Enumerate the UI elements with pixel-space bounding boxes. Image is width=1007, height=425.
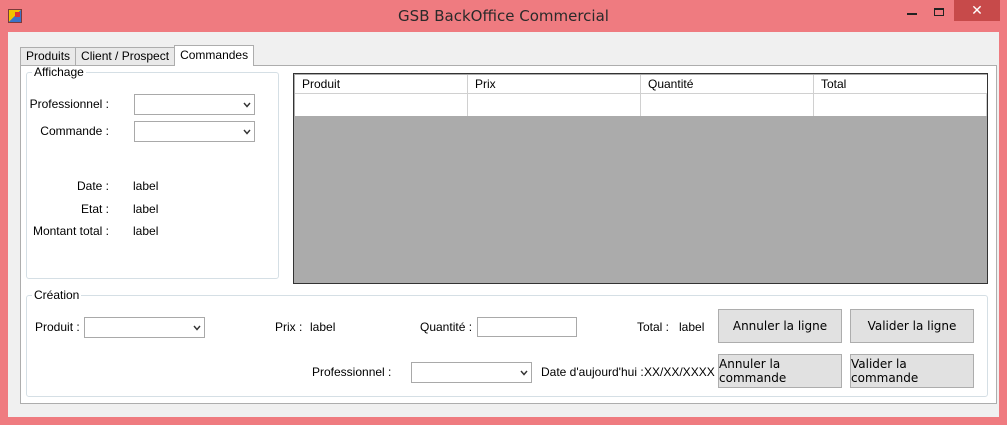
annuler-ligne-button[interactable]: Annuler la ligne <box>718 309 842 343</box>
minimize-button[interactable] <box>899 0 925 24</box>
total-value: label <box>679 320 705 334</box>
creation-professionnel-label: Professionnel : <box>312 365 392 379</box>
affichage-commande-select[interactable] <box>134 121 255 142</box>
commandes-panel: Affichage Professionnel : Commande : Dat… <box>20 65 997 404</box>
chevron-down-icon <box>243 102 251 108</box>
grid-cell[interactable] <box>641 94 814 116</box>
grid-header: Produit Prix Quantité Total <box>295 75 987 94</box>
date-label: Date : <box>76 179 109 193</box>
valider-ligne-button[interactable]: Valider la ligne <box>850 309 974 343</box>
column-header-quantite[interactable]: Quantité <box>641 75 814 93</box>
tab-produits[interactable]: Produits <box>20 47 77 66</box>
quantite-input[interactable] <box>477 317 577 337</box>
creation-professionnel-select[interactable] <box>411 362 532 383</box>
affichage-professionnel-select[interactable] <box>134 94 255 115</box>
date-aujourdhui-label: Date d'aujourd'hui : <box>541 365 644 379</box>
tab-client-prospect[interactable]: Client / Prospect <box>75 47 176 66</box>
date-aujourdhui-value: XX/XX/XXXX <box>644 365 715 379</box>
etat-label: Etat : <box>80 202 109 216</box>
window-title: GSB BackOffice Commercial <box>398 7 609 25</box>
title-bar[interactable]: GSB BackOffice Commercial ✕ <box>0 0 1007 32</box>
tab-commandes[interactable]: Commandes <box>174 45 255 66</box>
valider-commande-button[interactable]: Valider la commande <box>850 354 974 388</box>
produit-select[interactable] <box>84 317 205 338</box>
table-row[interactable] <box>295 94 987 116</box>
date-value: label <box>133 179 159 193</box>
maximize-button[interactable] <box>926 0 952 24</box>
grid-cell[interactable] <box>295 94 468 116</box>
maximize-icon <box>934 8 944 16</box>
etat-value: label <box>133 202 159 216</box>
column-header-prix[interactable]: Prix <box>468 75 641 93</box>
app-window: GSB BackOffice Commercial ✕ Produits Cli… <box>0 0 1007 425</box>
column-header-total[interactable]: Total <box>814 75 987 93</box>
tab-strip: Produits Client / Prospect Commandes <box>20 45 255 66</box>
montant-total-value: label <box>133 224 159 238</box>
grid-cell[interactable] <box>468 94 641 116</box>
chevron-down-icon <box>193 325 201 331</box>
affichage-professionnel-label: Professionnel : <box>29 97 109 111</box>
column-header-produit[interactable]: Produit <box>295 75 468 93</box>
minimize-icon <box>907 13 917 15</box>
produit-label: Produit : <box>35 320 80 334</box>
annuler-commande-button[interactable]: Annuler la commande <box>718 354 842 388</box>
chevron-down-icon <box>520 370 528 376</box>
chevron-down-icon <box>243 129 251 135</box>
affichage-commande-label: Commande : <box>40 124 109 138</box>
close-button[interactable]: ✕ <box>954 0 1000 21</box>
client-area: Produits Client / Prospect Commandes Aff… <box>8 32 999 417</box>
affichage-legend: Affichage <box>34 65 84 79</box>
total-label: Total : <box>637 320 670 334</box>
close-icon: ✕ <box>971 2 983 18</box>
order-lines-grid[interactable]: Produit Prix Quantité Total <box>293 73 988 284</box>
prix-value: label <box>310 320 336 334</box>
quantite-label: Quantité : <box>420 320 473 334</box>
creation-legend: Création <box>34 288 80 302</box>
montant-total-label: Montant total : <box>32 224 109 238</box>
grid-cell[interactable] <box>814 94 987 116</box>
prix-label: Prix : <box>275 320 303 334</box>
